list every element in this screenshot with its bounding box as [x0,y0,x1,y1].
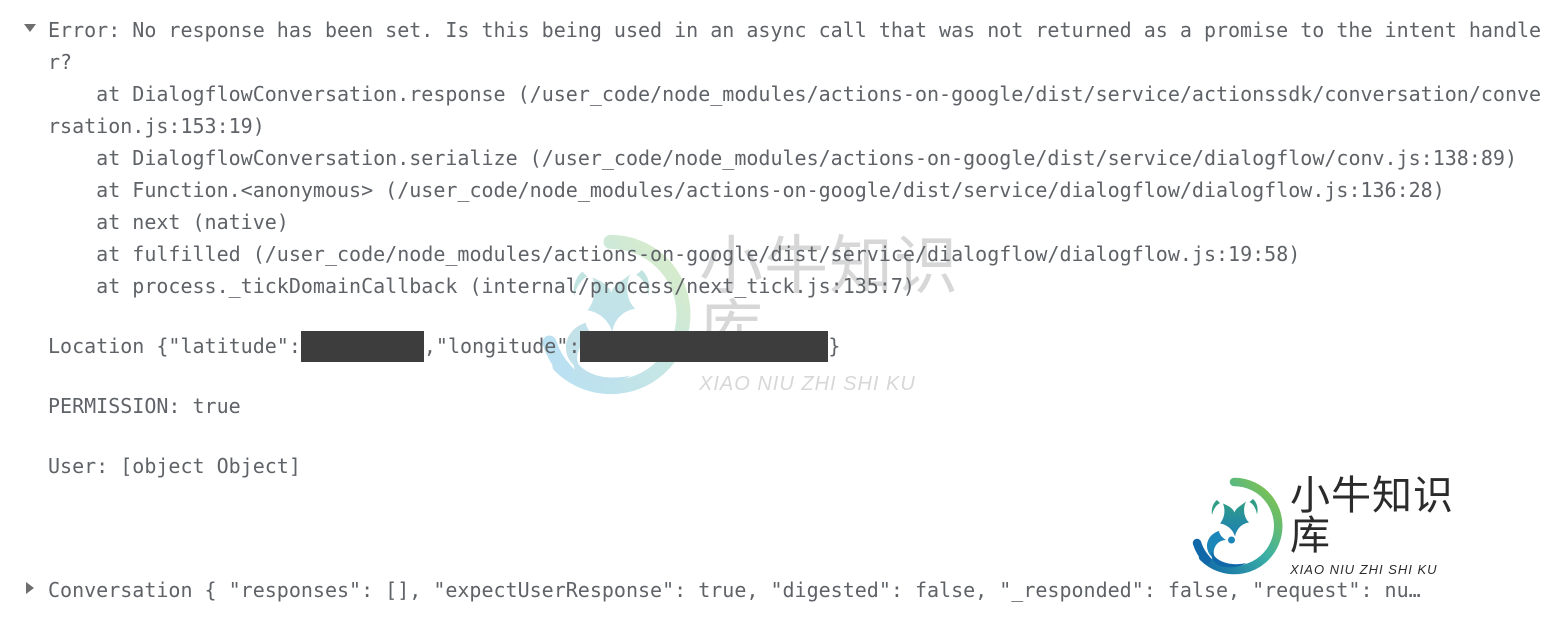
location-prefix: {"latitude": [144,334,301,358]
log-spacer [0,362,1562,390]
user-line: User: [object Object] [48,454,301,478]
permission-line: PERMISSION: true [48,394,241,418]
triangle-down-icon[interactable] [24,24,36,32]
error-log-entry[interactable]: Error: No response has been set. Is this… [0,14,1562,302]
stack-frame: at process._tickDomainCallback (internal… [48,274,915,298]
triangle-right-icon[interactable] [26,582,34,594]
permission-log-entry: PERMISSION: true [0,390,1562,422]
longitude-redaction [580,330,829,362]
location-middle: ,"longitude": [423,334,581,358]
location-suffix: } [828,334,841,358]
conversation-log-entry[interactable]: Conversation { "responses": [], "expectU… [0,574,1562,606]
console-log-panel: Error: No response has been set. Is this… [0,0,1562,620]
conversation-summary: Conversation { "responses": [], "expectU… [48,578,1421,602]
location-line: Location {"latitude": ,"longitude": } [48,330,1552,362]
latitude-redaction [300,330,424,362]
location-label: Location [48,334,145,358]
stack-frame: at Function.<anonymous> (/user_code/node… [48,178,1445,202]
log-spacer [0,422,1562,450]
stack-frame: at fulfilled (/user_code/node_modules/ac… [48,242,1301,266]
log-spacer [0,302,1562,330]
stack-frame: at DialogflowConversation.response (/use… [48,82,1542,138]
stack-frame: at next (native) [48,210,289,234]
error-message: Error: No response has been set. Is this… [48,18,1542,74]
location-log-entry: Location {"latitude": ,"longitude": } [0,330,1562,362]
stack-frame: at DialogflowConversation.serialize (/us… [48,146,1518,170]
user-log-entry: User: [object Object] [0,450,1562,482]
